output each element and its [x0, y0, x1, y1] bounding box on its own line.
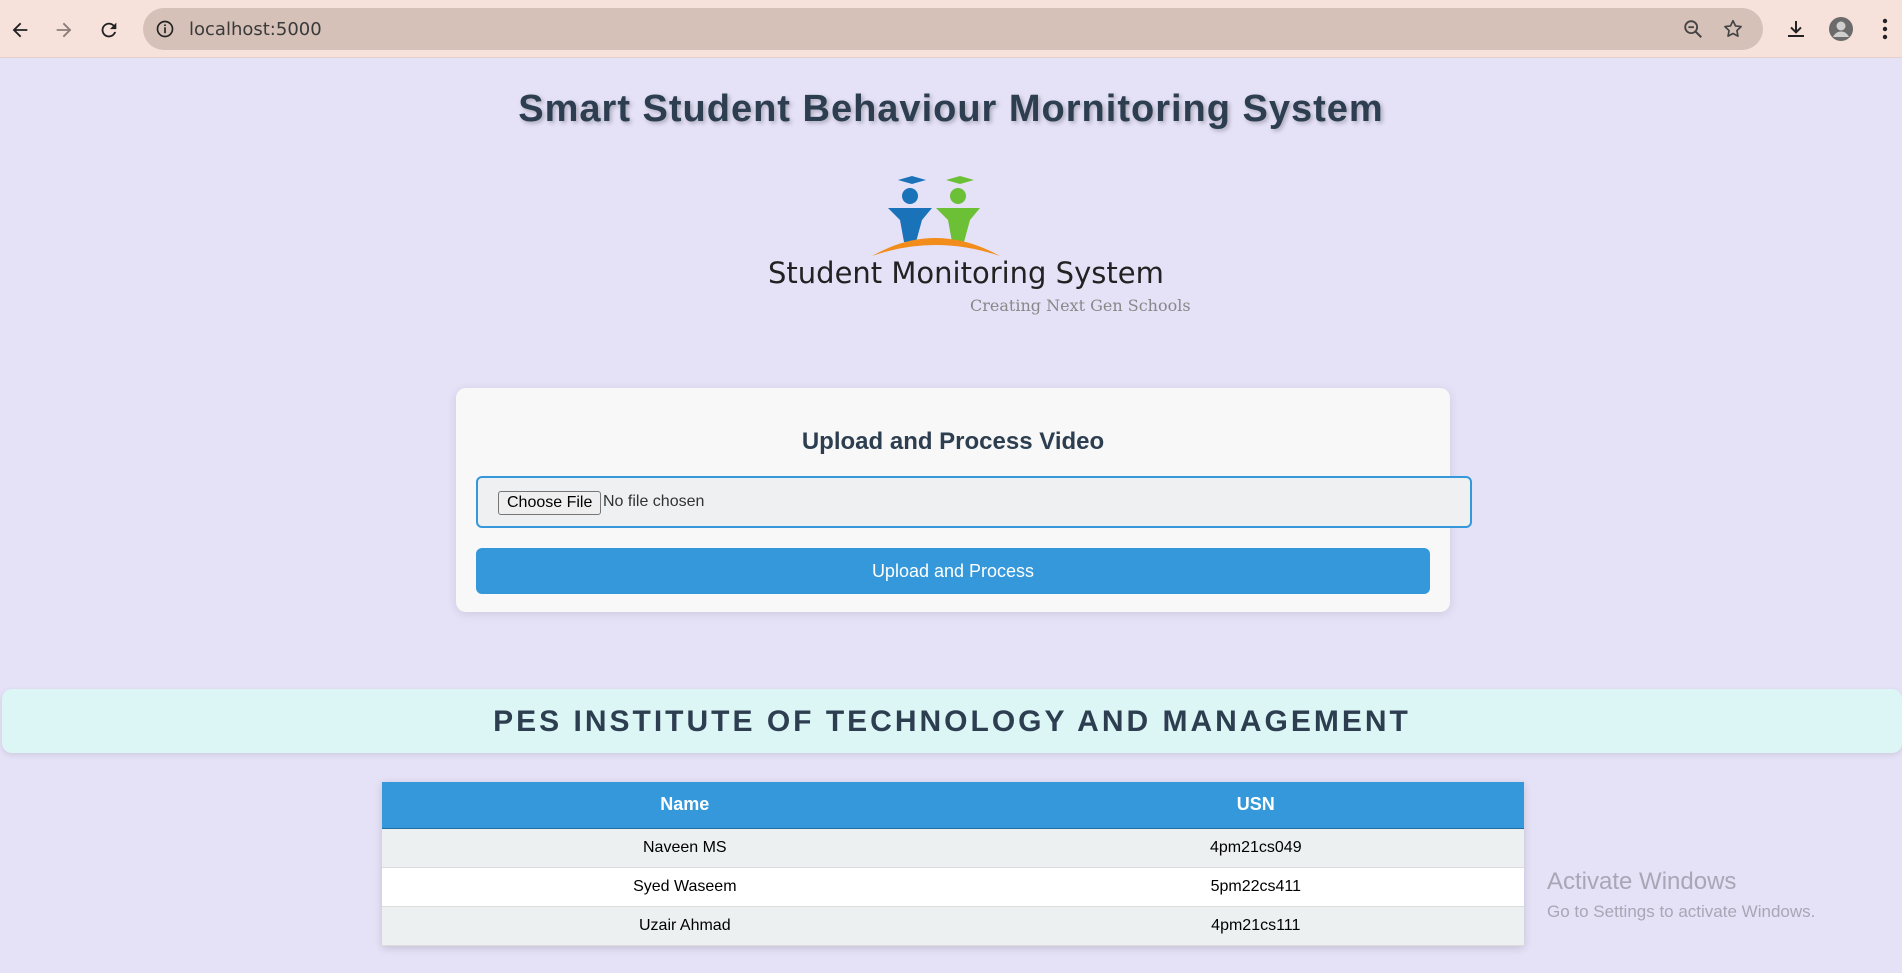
info-icon: [156, 20, 174, 38]
watermark-subtitle: Go to Settings to activate Windows.: [1547, 902, 1816, 921]
video-file-input[interactable]: Choose File No file chosen: [476, 476, 1472, 528]
activation-watermark: Activate Windows Go to Settings to activ…: [1547, 868, 1815, 922]
upload-and-process-button[interactable]: Upload and Process: [476, 548, 1430, 594]
site-info-button[interactable]: [153, 17, 177, 41]
student-name: Syed Waseem: [382, 867, 988, 907]
back-button[interactable]: [2, 12, 38, 48]
page-title: Smart Student Behaviour Mornitoring Syst…: [518, 88, 1384, 130]
browser-menu-button[interactable]: [1870, 14, 1900, 44]
student-usn: 5pm22cs411: [987, 867, 1524, 907]
table-row: Naveen MS 4pm21cs049: [382, 828, 1524, 868]
profile-button[interactable]: [1826, 14, 1856, 44]
reload-icon: [101, 22, 117, 38]
student-figures-icon: [872, 176, 1000, 256]
arrow-left-icon: [12, 22, 28, 38]
forward-button[interactable]: [46, 12, 82, 48]
zoom-out-icon: [1684, 20, 1702, 38]
column-header-usn: USN: [987, 782, 1524, 829]
table-header-row: Name USN: [382, 782, 1524, 829]
students-table: Name USN Naveen MS 4pm21cs049 Syed Wasee…: [382, 782, 1524, 946]
kebab-menu-icon: [1882, 18, 1888, 40]
arrow-right-icon: [56, 22, 72, 38]
reload-button[interactable]: [91, 12, 127, 48]
browser-toolbar: localhost:5000: [0, 0, 1902, 58]
file-status-text: No file chosen: [603, 493, 705, 510]
table-row: Syed Waseem 5pm22cs411: [382, 867, 1524, 907]
table-row: Uzair Ahmad 4pm21cs111: [382, 906, 1524, 946]
student-usn: 4pm21cs049: [987, 828, 1524, 868]
bookmark-button[interactable]: [1721, 17, 1745, 41]
download-icon: [1788, 21, 1804, 37]
institute-banner: PES INSTITUTE OF TECHNOLOGY AND MANAGEME…: [2, 689, 1902, 753]
star-icon: [1724, 19, 1742, 37]
logo-tagline: Creating Next Gen Schools: [970, 296, 1191, 315]
avatar: [1829, 17, 1853, 41]
upload-card: Upload and Process Video Choose File No …: [456, 388, 1472, 612]
student-usn: 4pm21cs111: [987, 906, 1524, 946]
address-bar[interactable]: localhost:5000: [143, 8, 1763, 50]
zoom-button[interactable]: [1681, 17, 1705, 41]
column-header-name: Name: [382, 782, 988, 829]
student-name: Naveen MS: [382, 828, 988, 868]
choose-file-button[interactable]: Choose File: [498, 491, 602, 515]
institute-name: PES INSTITUTE OF TECHNOLOGY AND MANAGEME…: [493, 705, 1411, 738]
url-text[interactable]: localhost:5000: [189, 19, 322, 40]
logo-main-text: Student Monitoring System: [768, 256, 1164, 290]
download-button[interactable]: [1781, 14, 1811, 44]
student-name: Uzair Ahmad: [382, 906, 988, 946]
watermark-title: Activate Windows: [1547, 868, 1737, 895]
logo: Student Monitoring System Creating Next …: [760, 170, 1191, 320]
upload-card-title: Upload and Process Video: [801, 428, 1105, 455]
